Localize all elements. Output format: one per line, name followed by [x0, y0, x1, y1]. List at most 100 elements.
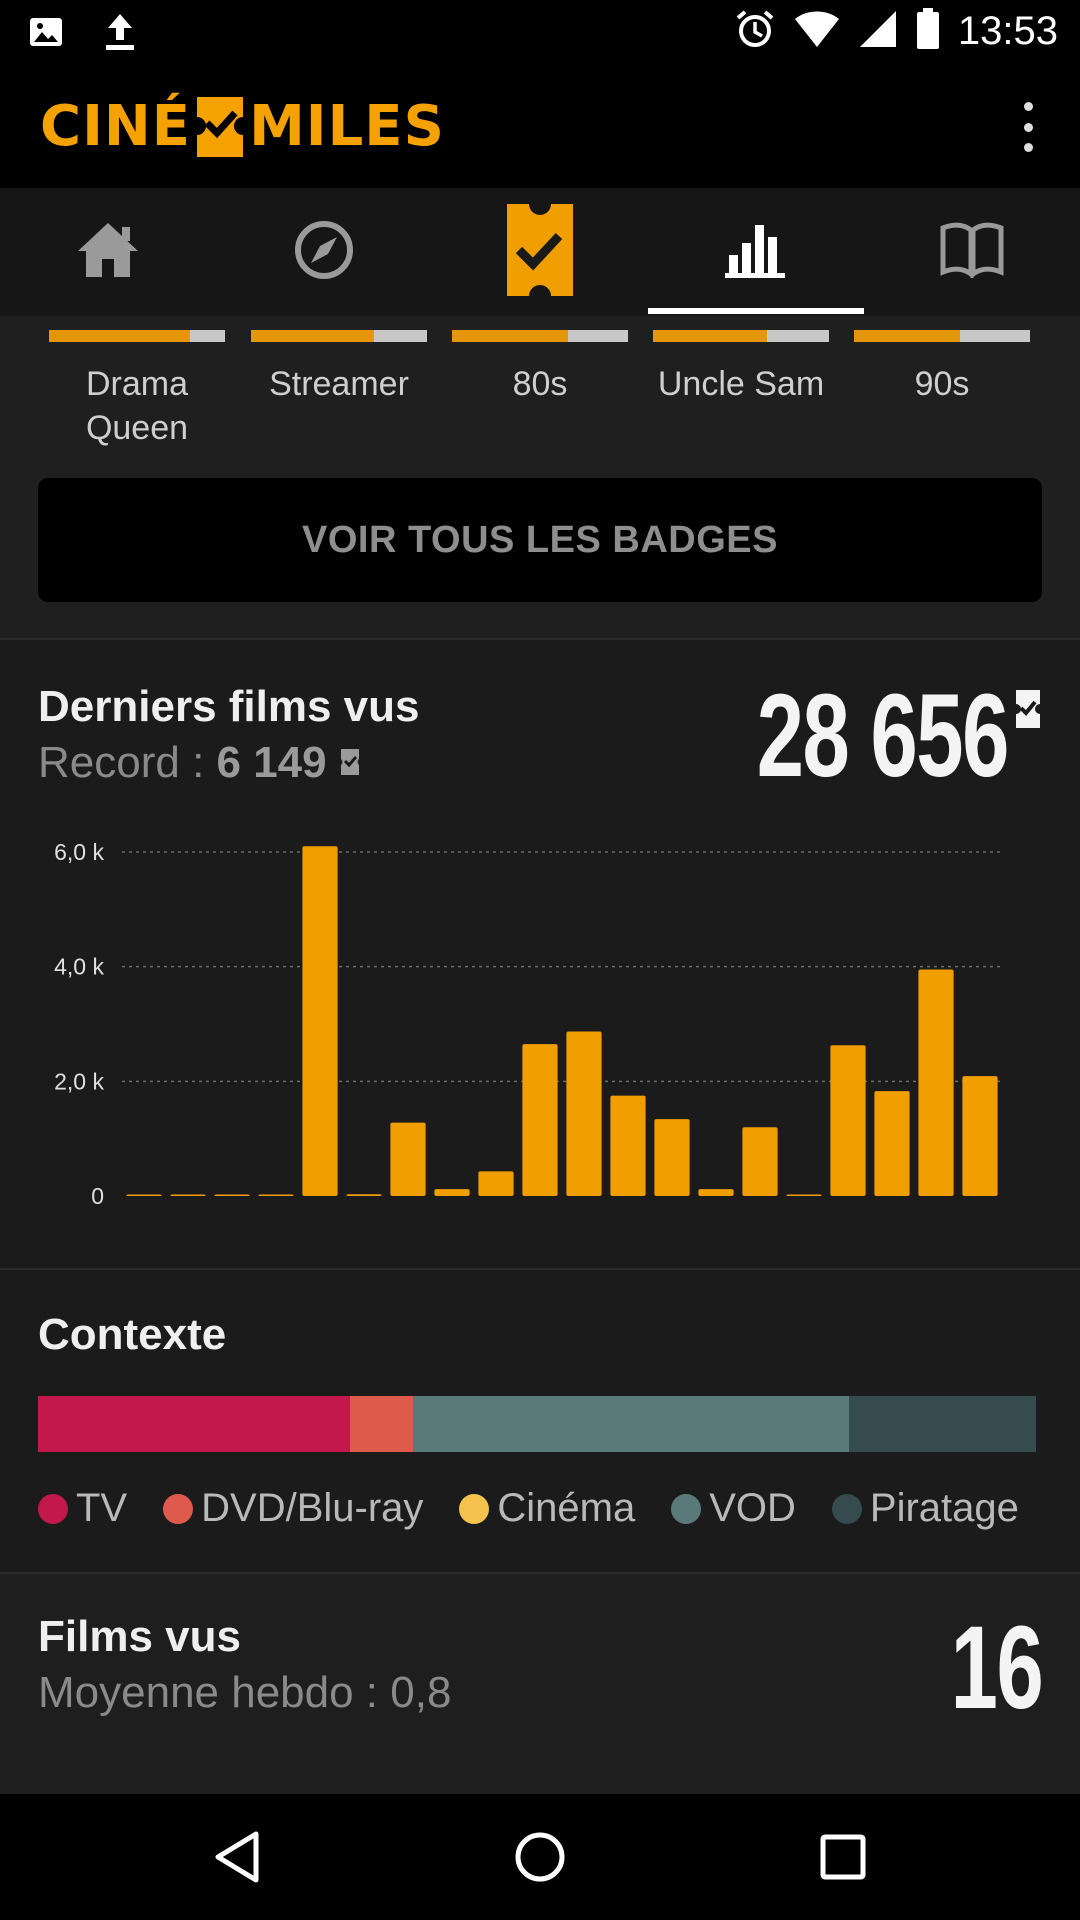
- logo-text-right: MILES: [249, 94, 445, 159]
- recent-films-card[interactable]: Derniers films vus Record : 6 149 28 656…: [0, 640, 1080, 1268]
- legend-dot-icon: [459, 1493, 490, 1524]
- legend-dot-icon: [831, 1493, 862, 1524]
- badge-label: 80s: [512, 365, 568, 403]
- system-nav-bar: [0, 1794, 1080, 1920]
- home-circle-icon[interactable]: [505, 1822, 575, 1892]
- record-value: 6 149: [216, 738, 327, 787]
- tab-ticket[interactable]: [432, 188, 648, 316]
- badge-progress-bar: [251, 330, 427, 342]
- see-all-badges-button[interactable]: VOIR TOUS LES BADGES: [38, 478, 1042, 602]
- chart-bar: [522, 1044, 558, 1196]
- badge-streamer[interactable]: Streamer: [251, 330, 427, 406]
- badge-progress-bar: [49, 330, 225, 342]
- y-tick-label: 4,0 k: [54, 954, 104, 980]
- context-card: Contexte TV DVD/Blu-ray Cinéma VOD Piratage: [0, 1270, 1080, 1572]
- legend-dot-icon: [38, 1493, 68, 1524]
- legend-item: Piratage: [831, 1486, 1019, 1531]
- tab-stats[interactable]: [648, 188, 864, 316]
- chart-bar: [390, 1122, 426, 1196]
- legend-dot-icon: [671, 1493, 702, 1524]
- context-legend: TV DVD/Blu-ray Cinéma VOD Piratage: [38, 1486, 1055, 1531]
- miles-icon: [1014, 688, 1042, 735]
- total-miles: 28 656: [756, 670, 1010, 802]
- tab-journal[interactable]: [864, 188, 1080, 316]
- chart-bar: [610, 1095, 646, 1196]
- chart-bar: [654, 1119, 690, 1196]
- legend-label: Piratage: [869, 1486, 1019, 1530]
- legend-label: TV: [76, 1486, 128, 1530]
- context-segment: [38, 1396, 351, 1452]
- y-tick-label: 2,0 k: [54, 1068, 104, 1094]
- compass-icon: [293, 219, 355, 286]
- alarm-icon: [734, 8, 776, 55]
- image-icon: [28, 14, 64, 55]
- chart-bar: [434, 1189, 470, 1196]
- clock: 13:53: [957, 9, 1058, 53]
- chart-bar: [346, 1194, 382, 1196]
- legend-item: TV: [38, 1486, 127, 1531]
- legend-label: DVD/Blu-ray: [201, 1486, 424, 1530]
- films-seen-count: 16: [950, 1602, 1043, 1734]
- films-seen-card[interactable]: Films vus Moyenne hebdo : 0,8 16: [0, 1574, 1080, 1794]
- y-tick-label: 6,0 k: [54, 839, 104, 865]
- chart-bar: [786, 1194, 822, 1196]
- recent-films-title: Derniers films vus: [38, 682, 420, 731]
- badge-label: Streamer: [269, 365, 409, 403]
- badge-uncle-sam[interactable]: Uncle Sam: [653, 330, 829, 406]
- chart-bar: [874, 1091, 910, 1196]
- badge-progress-bar: [854, 330, 1030, 342]
- record-line: Record : 6 149: [38, 738, 361, 788]
- chart-bar: [126, 1194, 162, 1196]
- chart-bar: [478, 1171, 514, 1196]
- app-bar: CINÉ MILES: [0, 64, 1080, 188]
- overflow-menu-icon[interactable]: [1016, 102, 1040, 152]
- chart-bar: [698, 1189, 734, 1196]
- badge-90s[interactable]: 90s: [854, 330, 1030, 406]
- tab-explore[interactable]: [216, 188, 432, 316]
- battery-icon: [916, 8, 940, 55]
- book-icon: [939, 222, 1005, 283]
- badge-drama-queen[interactable]: Drama Queen: [49, 330, 225, 450]
- tab-home[interactable]: [0, 188, 216, 316]
- badge-label: Drama Queen: [85, 365, 189, 447]
- back-icon[interactable]: [202, 1822, 272, 1892]
- badge-80s[interactable]: 80s: [452, 330, 628, 406]
- active-tab-indicator: [648, 308, 864, 314]
- films-seen-title: Films vus: [38, 1612, 241, 1661]
- bar-chart-icon: [725, 221, 787, 284]
- badge-label: Uncle Sam: [657, 365, 825, 403]
- chart-bar: [214, 1194, 250, 1196]
- legend-dot-icon: [163, 1493, 194, 1524]
- badge-progress-bar: [452, 330, 628, 342]
- legend-item: VOD: [671, 1486, 796, 1531]
- recents-icon[interactable]: [808, 1822, 878, 1892]
- chart-bar: [566, 1031, 602, 1196]
- ticket-logo-icon: [193, 95, 247, 159]
- chart-bar: [918, 969, 954, 1196]
- films-bar-chart: 0 2,0 k 4,0 k 6,0 k: [54, 839, 1002, 1209]
- chart-bar: [170, 1194, 206, 1196]
- badge-label: 90s: [914, 365, 970, 403]
- app-logo: CINÉ MILES: [40, 94, 445, 159]
- y-tick-label: 0: [91, 1183, 104, 1209]
- legend-item: DVD/Blu-ray: [163, 1486, 423, 1531]
- chart-bar: [302, 846, 338, 1196]
- weekly-average: Moyenne hebdo : 0,8: [38, 1668, 452, 1717]
- context-segment: [413, 1396, 850, 1452]
- context-segment: [849, 1396, 1036, 1452]
- context-stacked-bar: [38, 1396, 1036, 1452]
- record-label: Record :: [38, 738, 217, 787]
- legend-label: Cinéma: [497, 1486, 636, 1530]
- logo-text-left: CINÉ: [40, 94, 192, 159]
- wifi-icon: [794, 9, 840, 54]
- legend-item: Cinéma: [459, 1486, 635, 1531]
- context-title: Contexte: [38, 1310, 227, 1359]
- chart-bar: [830, 1045, 866, 1196]
- legend-label: VOD: [709, 1486, 796, 1530]
- signal-icon: [858, 9, 898, 54]
- chart-bar: [962, 1076, 998, 1196]
- badges-section: Drama Queen Streamer 80s Uncle Sam 90s V…: [0, 316, 1080, 638]
- upload-icon: [102, 12, 138, 57]
- chart-bar: [258, 1194, 294, 1196]
- status-bar: 13:53: [0, 0, 1080, 64]
